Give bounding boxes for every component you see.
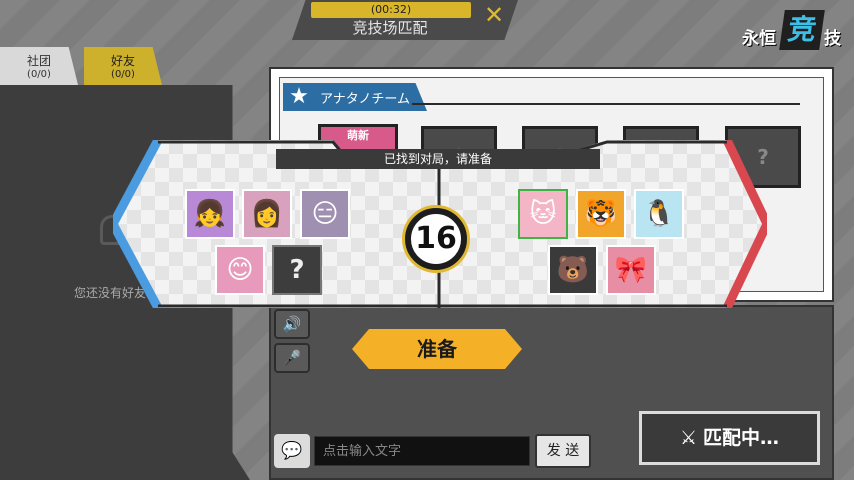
opponent-avatar: 🐻	[548, 245, 598, 295]
opponent-avatar: 🐱	[518, 189, 568, 239]
chat-bubble-icon[interactable]: 💬	[274, 434, 310, 468]
tab-friends-count: (0/0)	[111, 69, 135, 80]
game-logo: 永恒 竞 技	[742, 8, 850, 52]
logo-text-mid: 竞	[779, 10, 825, 50]
opponent-avatar: 🎀	[606, 245, 656, 295]
match-timer: (00:32)	[311, 2, 471, 18]
team-divider	[412, 103, 800, 105]
tab-friends[interactable]: 好友 (0/0)	[84, 47, 162, 85]
matching-button[interactable]: ⚔ 匹配中…	[639, 411, 820, 465]
teammate-avatar-unknown: ?	[272, 245, 322, 295]
teammate-avatar: 👧	[185, 189, 235, 239]
ready-button[interactable]: 准备	[352, 329, 522, 369]
star-icon: ★	[289, 84, 309, 109]
send-button[interactable]: 发 送	[535, 434, 591, 468]
teammate-avatar: 😑	[300, 189, 350, 239]
tab-club[interactable]: 社团 (0/0)	[0, 47, 78, 85]
teammate-avatar: 😊	[215, 245, 265, 295]
ready-countdown: 16	[405, 208, 467, 270]
match-found-message: 已找到对局，请准备	[276, 149, 600, 169]
crossed-swords-icon: ⚔	[679, 427, 698, 449]
opponent-avatar: 🐧	[634, 189, 684, 239]
logo-text-right: 技	[824, 29, 841, 49]
matching-button-label: 匹配中…	[703, 427, 780, 449]
speaker-icon[interactable]: 🔊	[274, 309, 310, 339]
tab-club-count: (0/0)	[27, 69, 51, 80]
logo-text-left: 永恒	[742, 29, 776, 49]
tab-friends-label: 好友	[110, 54, 135, 68]
opponent-avatar: 🐯	[576, 189, 626, 239]
close-icon[interactable]: ✕	[481, 2, 507, 28]
chat-input[interactable]	[314, 436, 530, 466]
team-title: アナタノチーム	[320, 92, 410, 107]
teammate-avatar: 👩	[242, 189, 292, 239]
microphone-icon[interactable]: 🎤	[274, 343, 310, 373]
match-title: 竞技场匹配	[352, 19, 428, 37]
tab-club-label: 社团	[26, 54, 51, 68]
